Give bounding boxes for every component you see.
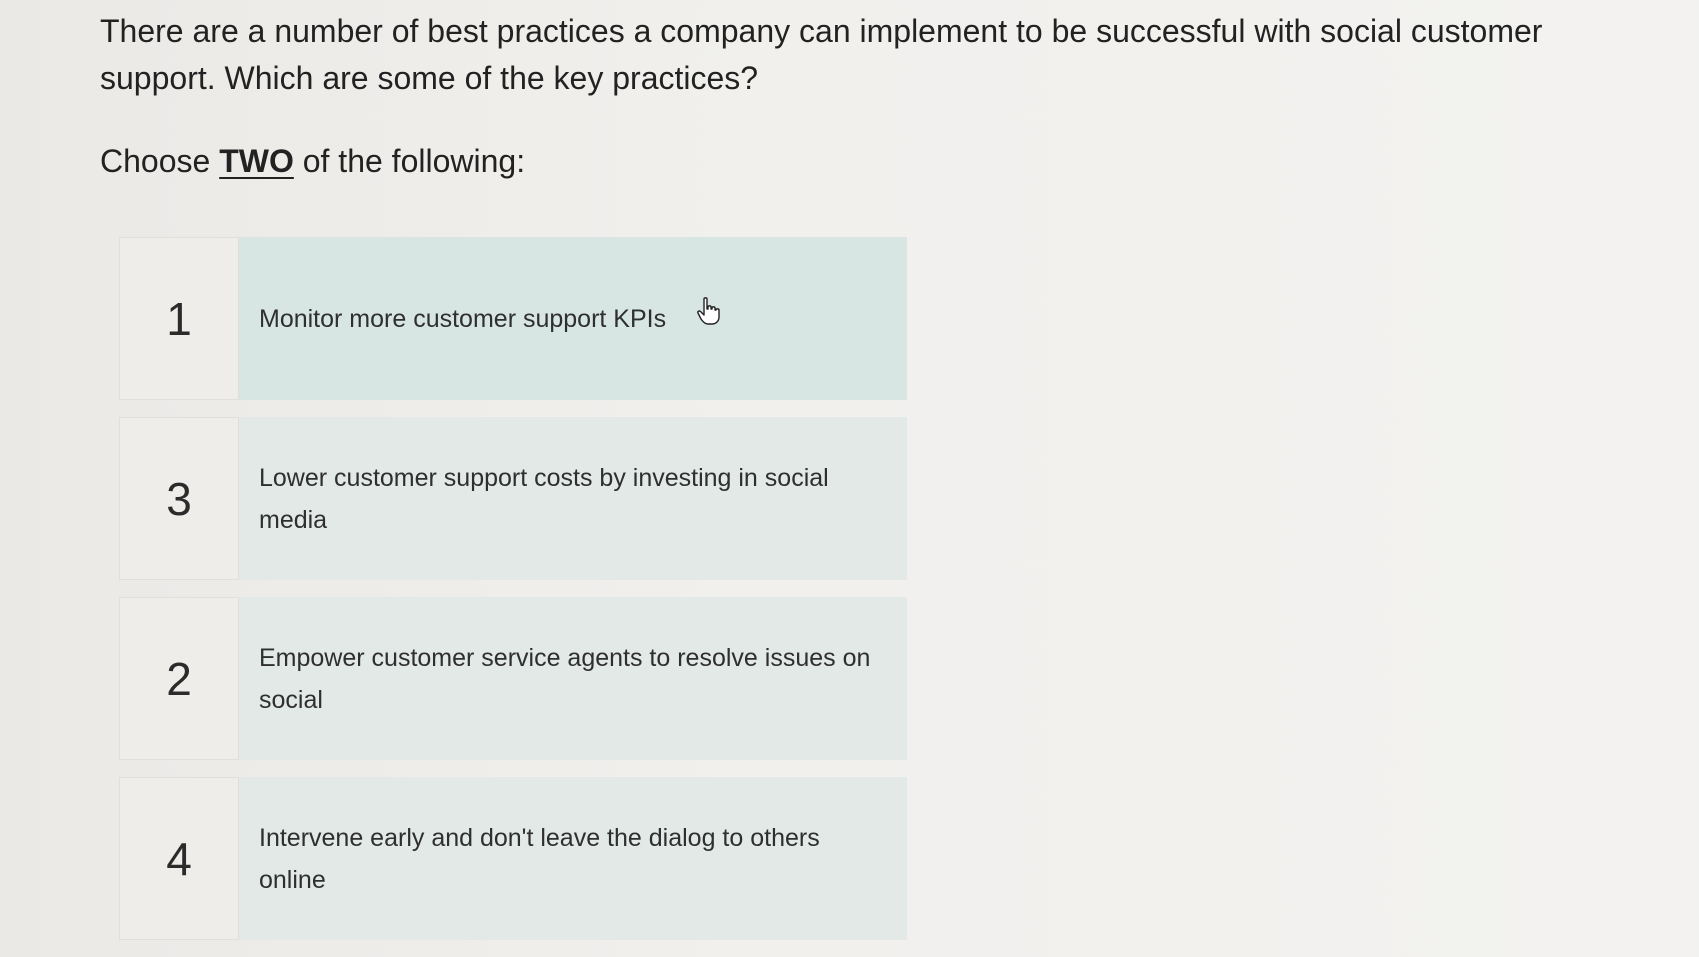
- option-label: Lower customer support costs by investin…: [239, 417, 907, 580]
- answer-options-list: 1 Monitor more customer support KPIs 3 L…: [119, 237, 907, 957]
- instruction-prefix: Choose: [100, 143, 220, 179]
- hand-pointer-icon: [696, 296, 722, 326]
- option-number: 1: [119, 237, 239, 400]
- option-number: 3: [119, 417, 239, 580]
- option-label: Intervene early and don't leave the dial…: [239, 777, 907, 940]
- answer-option-4[interactable]: 4 Intervene early and don't leave the di…: [119, 777, 907, 940]
- instruction-suffix: of the following:: [293, 143, 526, 179]
- answer-option-1[interactable]: 1 Monitor more customer support KPIs: [119, 237, 907, 400]
- instruction-text: Choose TWO of the following:: [100, 138, 525, 185]
- answer-option-2[interactable]: 2 Empower customer service agents to res…: [119, 597, 907, 760]
- option-number: 2: [119, 597, 239, 760]
- option-label: Monitor more customer support KPIs: [239, 237, 907, 400]
- option-label: Empower customer service agents to resol…: [239, 597, 907, 760]
- question-text: There are a number of best practices a c…: [100, 13, 1543, 96]
- instruction-emphasis: TWO: [219, 143, 294, 179]
- answer-option-3[interactable]: 3 Lower customer support costs by invest…: [119, 417, 907, 580]
- option-number: 4: [119, 777, 239, 940]
